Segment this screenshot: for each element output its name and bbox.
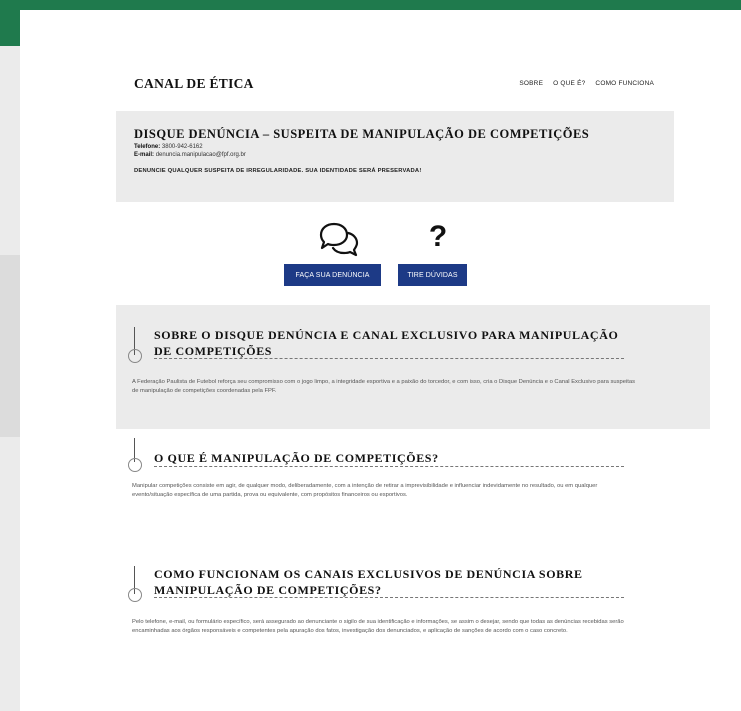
chat-bubbles-icon bbox=[319, 222, 359, 257]
phone-label: Telefone: bbox=[134, 144, 161, 150]
site-header: CANAL DE ÉTICA SOBRE O QUE É? COMO FUNCI… bbox=[134, 76, 654, 96]
about-section-title: SOBRE O DISQUE DENÚNCIA E CANAL EXCLUSIV… bbox=[154, 328, 619, 358]
heading-marker-circle bbox=[128, 458, 142, 472]
phone-line: Telefone: 3800-942-6162 bbox=[134, 143, 656, 151]
faq-button[interactable]: TIRE DÚVIDAS bbox=[398, 264, 467, 286]
report-button[interactable]: FAÇA SUA DENÚNCIA bbox=[284, 264, 381, 286]
email-label: E-mail: bbox=[134, 152, 155, 158]
nav-o-que-e[interactable]: O QUE É? bbox=[553, 80, 585, 87]
heading-marker-circle bbox=[128, 349, 142, 363]
what-is-section-title: O QUE É MANIPULAÇÃO DE COMPETIÇÕES? bbox=[154, 451, 439, 465]
about-section-heading: SOBRE O DISQUE DENÚNCIA E CANAL EXCLUSIV… bbox=[128, 327, 632, 363]
identity-warning: DENUNCIE QUALQUER SUSPEITA DE IRREGULARI… bbox=[134, 168, 422, 174]
nav-sobre[interactable]: SOBRE bbox=[519, 80, 543, 87]
how-it-works-section-heading: COMO FUNCIONAM OS CANAIS EXCLUSIVOS DE D… bbox=[128, 566, 632, 602]
heading-divider bbox=[154, 466, 624, 467]
email-value[interactable]: denuncia.manipulacao@fpf.org.br bbox=[156, 152, 246, 158]
side-brand-tab bbox=[0, 0, 20, 46]
how-it-works-section-title: COMO FUNCIONAM OS CANAIS EXCLUSIVOS DE D… bbox=[154, 567, 583, 597]
heading-divider bbox=[154, 597, 624, 598]
nav-como-funciona[interactable]: COMO FUNCIONA bbox=[595, 80, 654, 87]
about-section-panel bbox=[116, 305, 710, 429]
brand-title: CANAL DE ÉTICA bbox=[134, 76, 254, 91]
contact-panel: DISQUE DENÚNCIA – SUSPEITA DE MANIPULAÇÃ… bbox=[116, 111, 674, 202]
what-is-section-text: Manipular competições consiste em agir, … bbox=[132, 483, 598, 498]
what-is-section-heading: O QUE É MANIPULAÇÃO DE COMPETIÇÕES? bbox=[128, 438, 632, 472]
phone-value: 3800-942-6162 bbox=[161, 144, 203, 150]
heading-marker-circle bbox=[128, 588, 142, 602]
top-nav: SOBRE O QUE É? COMO FUNCIONA bbox=[519, 80, 654, 87]
email-line: E-mail: denuncia.manipulacao@fpf.org.br bbox=[134, 151, 656, 159]
how-it-works-section-text: Pelo telefone, e-mail, ou formulário esp… bbox=[132, 619, 624, 634]
about-section-text: A Federação Paulista de Futebol reforça … bbox=[132, 379, 635, 394]
hero-title: DISQUE DENÚNCIA – SUSPEITA DE MANIPULAÇÃ… bbox=[134, 127, 590, 141]
top-brand-bar bbox=[0, 0, 741, 10]
question-mark-icon: ? bbox=[428, 220, 448, 253]
heading-divider bbox=[154, 358, 624, 359]
